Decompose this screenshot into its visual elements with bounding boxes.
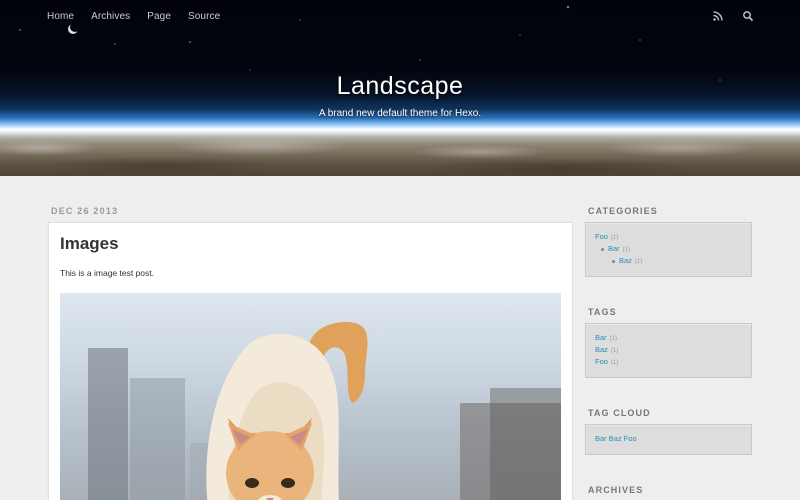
article-image-cat bbox=[60, 293, 561, 500]
post-date[interactable]: DEC 26 2013 bbox=[51, 206, 118, 216]
tag-link-bar[interactable]: Bar bbox=[595, 333, 607, 342]
site-subtitle: A brand new default theme for Hexo. bbox=[318, 108, 482, 119]
bullet-icon bbox=[612, 259, 615, 263]
article-text: This is a image test post. bbox=[60, 268, 155, 278]
site-header-banner: Home Archives Page Source Landscape A br… bbox=[0, 0, 800, 176]
category-count: (1) bbox=[634, 259, 643, 265]
article-title[interactable]: Images bbox=[60, 234, 119, 254]
tag-item: Baz (1) bbox=[595, 344, 742, 356]
nav-archives[interactable]: Archives bbox=[91, 11, 130, 22]
tag-cloud-foo[interactable]: Foo bbox=[624, 434, 637, 443]
crescent-moon bbox=[70, 22, 80, 32]
nav-page[interactable]: Page bbox=[147, 11, 171, 22]
tag-count: (1) bbox=[609, 336, 618, 342]
tag-cloud-bar[interactable]: Bar bbox=[595, 434, 607, 443]
nav-source[interactable]: Source bbox=[188, 11, 220, 22]
category-link-foo[interactable]: Foo bbox=[595, 232, 608, 241]
nav-home[interactable]: Home bbox=[47, 11, 74, 22]
archives-title: ARCHIVES bbox=[588, 485, 644, 495]
category-count: (1) bbox=[622, 247, 631, 253]
rss-icon[interactable] bbox=[712, 10, 724, 22]
sub-nav bbox=[712, 10, 754, 22]
categories-widget: Foo (1) Bar (1) Baz (1) bbox=[585, 222, 752, 277]
tag-link-foo[interactable]: Foo bbox=[595, 357, 608, 366]
tag-cloud-baz[interactable]: Baz bbox=[609, 434, 622, 443]
tag-count: (1) bbox=[610, 360, 619, 366]
article-card: Images This is a image test post. bbox=[48, 222, 573, 500]
tag-cloud-title: TAG CLOUD bbox=[588, 408, 651, 418]
tag-count: (1) bbox=[610, 348, 619, 354]
category-count: (1) bbox=[610, 235, 619, 241]
category-link-baz[interactable]: Baz bbox=[619, 256, 632, 265]
tag-item: Foo (1) bbox=[595, 356, 742, 368]
tag-cloud-widget: Bar Baz Foo bbox=[585, 424, 752, 455]
category-link-bar[interactable]: Bar bbox=[608, 244, 620, 253]
tags-title: TAGS bbox=[588, 307, 617, 317]
search-icon[interactable] bbox=[742, 10, 754, 22]
category-item: Foo (1) bbox=[595, 231, 742, 243]
tag-cloud-row: Bar Baz Foo bbox=[595, 433, 742, 445]
tag-link-baz[interactable]: Baz bbox=[595, 345, 608, 354]
site-title[interactable]: Landscape bbox=[0, 72, 800, 101]
earth-horizon-clouds bbox=[0, 128, 800, 176]
tag-item: Bar (1) bbox=[595, 332, 742, 344]
main-nav: Home Archives Page Source bbox=[47, 11, 237, 22]
categories-title: CATEGORIES bbox=[588, 206, 658, 216]
category-item: Bar (1) bbox=[595, 243, 742, 255]
tags-widget: Bar (1) Baz (1) Foo (1) bbox=[585, 323, 752, 378]
bullet-icon bbox=[601, 247, 604, 251]
category-item: Baz (1) bbox=[595, 255, 742, 267]
